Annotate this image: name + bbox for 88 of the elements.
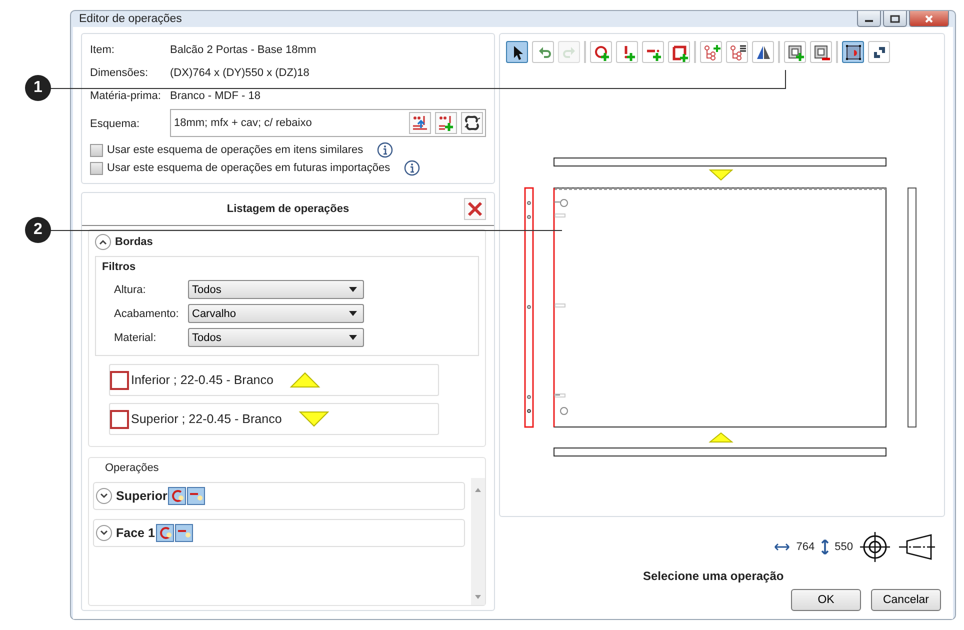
scheme-label: Esquema:	[90, 118, 141, 130]
chain-icon	[463, 114, 481, 132]
filter-label: Acabamento:	[114, 308, 180, 320]
toolbar-button[interactable]	[810, 41, 832, 63]
section-title: Bordas	[115, 236, 153, 248]
drill-operation-button[interactable]	[168, 487, 186, 505]
scheme-add-button[interactable]	[435, 112, 457, 134]
width-arrow-icon	[774, 543, 790, 551]
toolbar-button[interactable]	[842, 41, 864, 63]
panel-title: Listagem de operações	[226, 203, 350, 215]
checkbox[interactable]	[110, 410, 129, 428]
up-triangle-icon	[708, 432, 734, 442]
down-triangle-icon	[298, 410, 332, 428]
frame-icon	[844, 42, 862, 62]
cancel-button[interactable]: Cancelar	[871, 589, 941, 611]
operation-group[interactable]: Superior	[93, 482, 465, 510]
side-view-icon[interactable]	[897, 533, 937, 561]
border-item[interactable]: Inferior ; 22-0.45 - Branco	[109, 364, 439, 396]
toolbar-button[interactable]	[590, 41, 612, 63]
info-icon[interactable]	[404, 160, 420, 176]
callout-number: 2	[25, 217, 51, 243]
arc-bulb-icon	[169, 488, 186, 504]
field-label: Matéria-prima:	[90, 90, 162, 102]
down-triangle-icon	[708, 170, 734, 181]
toolbar-button[interactable]	[784, 41, 806, 63]
width-value: 764	[796, 541, 815, 553]
crosshair-icon[interactable]	[859, 531, 891, 563]
status-message: Selecione uma operação	[643, 569, 784, 583]
delete-button[interactable]	[464, 198, 486, 220]
unlink-button[interactable]	[461, 112, 483, 134]
field-value: Branco - MDF - 18	[170, 90, 260, 102]
toolbar-button[interactable]	[616, 41, 638, 63]
field-value: Balcão 2 Portas - Base 18mm	[170, 44, 316, 56]
height-arrow-icon	[820, 539, 829, 555]
checkbox-label: Usar este esquema de operações em futuras importações	[107, 162, 390, 174]
frame-minus-icon	[812, 42, 830, 62]
height-value: 550	[834, 541, 853, 553]
toolbar-button[interactable]	[642, 41, 664, 63]
minimize-button[interactable]	[857, 11, 881, 27]
group-title: Face 1	[116, 526, 155, 540]
caret-icon	[349, 311, 357, 316]
maximize-icon	[890, 14, 900, 22]
section-title: Operações	[104, 462, 160, 474]
field-label: Item:	[90, 44, 116, 56]
filter-dropdown[interactable]: Carvalho	[188, 304, 364, 323]
add-icon	[437, 114, 455, 132]
callout-number: 1	[25, 75, 51, 101]
field-label: Dimensões:	[90, 66, 150, 78]
upload-icon	[411, 114, 429, 132]
checkbox[interactable]	[90, 144, 103, 156]
collapse-button[interactable]	[95, 234, 111, 250]
expand-button[interactable]	[96, 525, 112, 541]
filter-dropdown[interactable]: Todos	[188, 280, 364, 299]
frame-plus-icon	[786, 42, 804, 62]
close-icon	[924, 14, 934, 22]
filter-dropdown[interactable]: Todos	[188, 328, 364, 347]
scheme-field[interactable]: 18mm; mfx + cav; c/ rebaixo	[170, 109, 486, 137]
filters-title: Filtros	[102, 261, 137, 273]
filter-label: Altura:	[114, 284, 147, 296]
field-value: (DX)764 x (DY)550 x (DZ)18	[170, 66, 310, 78]
tree-list-icon	[728, 42, 746, 62]
close-icon	[467, 201, 483, 217]
chevron-icon	[99, 528, 109, 538]
toolbar-button[interactable]	[506, 41, 528, 63]
drill-operation-button[interactable]	[156, 524, 174, 542]
caret-icon	[349, 335, 357, 340]
window-title: Editor de operações	[79, 13, 182, 25]
checkbox-label: Usar este esquema de operações em itens similares	[107, 144, 364, 156]
toolbar-button[interactable]	[752, 41, 774, 63]
expand-button[interactable]	[96, 488, 112, 504]
tree-plus-icon	[702, 42, 720, 62]
ok-button[interactable]: OK	[791, 589, 861, 611]
chevron-icon	[99, 491, 109, 501]
border-item[interactable]: Superior ; 22-0.45 - Branco	[109, 403, 439, 435]
toolbar-button[interactable]	[726, 41, 748, 63]
maximize-button[interactable]	[883, 11, 907, 27]
checkbox[interactable]	[90, 162, 103, 174]
toolbar-button[interactable]	[868, 41, 890, 63]
operation-group[interactable]: Face 1	[93, 519, 465, 547]
caret-icon	[349, 287, 357, 292]
checkbox[interactable]	[110, 370, 129, 390]
info-icon[interactable]	[377, 142, 394, 158]
close-button[interactable]	[909, 11, 949, 27]
filter-label: Material:	[114, 332, 158, 344]
chevron-icon	[98, 237, 108, 247]
scheme-upload-button[interactable]	[409, 112, 431, 134]
group-title: Superior	[116, 489, 168, 503]
toolbar-button[interactable]	[668, 41, 690, 63]
